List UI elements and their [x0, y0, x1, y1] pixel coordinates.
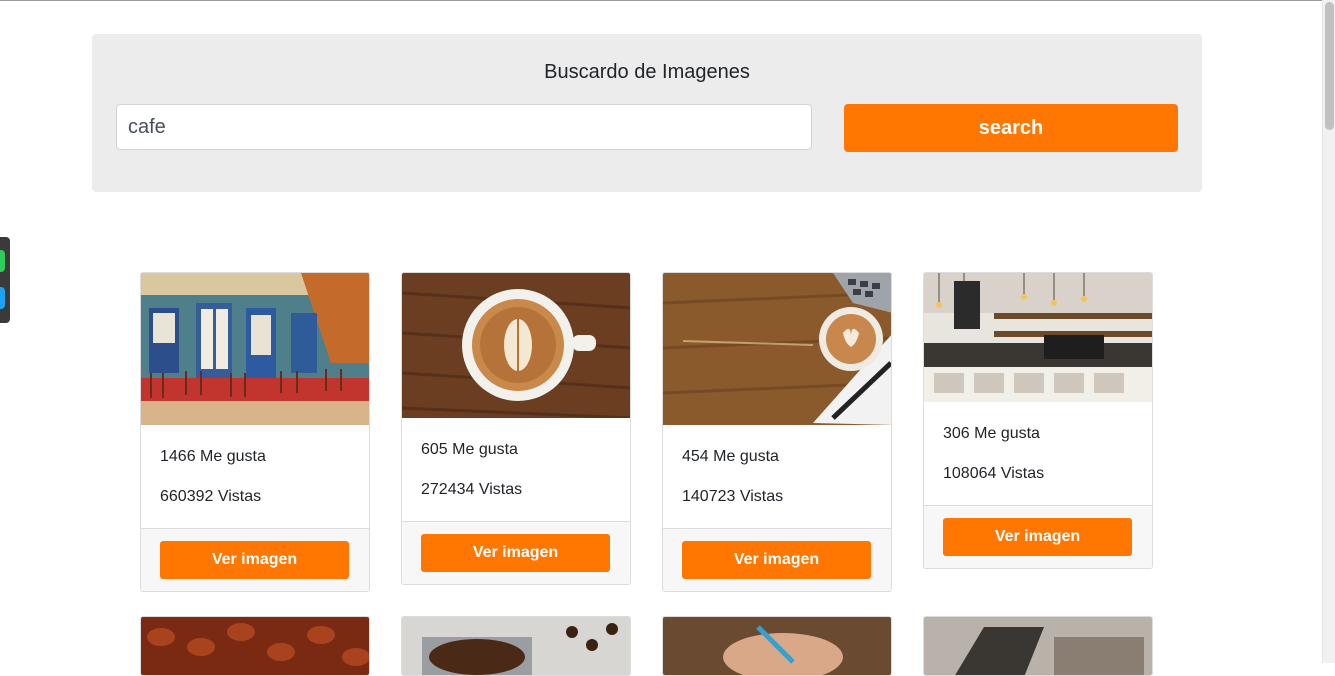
result-image[interactable]: [141, 273, 369, 425]
card-footer: Ver imagen: [924, 505, 1152, 568]
page-title: Buscardo de Imagenes: [544, 61, 750, 83]
views-count: 108064 Vistas: [943, 465, 1045, 482]
result-card: 454 Me gusta 140723 Vistas Ver imagen: [662, 272, 892, 592]
views-count: 272434 Vistas: [421, 481, 523, 498]
blue-extension-icon[interactable]: [0, 287, 5, 309]
view-image-button[interactable]: Ver imagen: [682, 541, 871, 579]
view-image-button[interactable]: Ver imagen: [421, 534, 610, 572]
result-image[interactable]: [402, 273, 630, 418]
result-card: 605 Me gusta 272434 Vistas Ver imagen: [401, 272, 631, 585]
result-image[interactable]: [924, 273, 1152, 402]
view-image-button[interactable]: Ver imagen: [160, 541, 349, 579]
likes-count: 306 Me gusta: [943, 425, 1040, 442]
result-image[interactable]: [140, 616, 370, 676]
result-image[interactable]: [662, 616, 892, 676]
likes-count: 605 Me gusta: [421, 441, 518, 458]
card-footer: Ver imagen: [141, 528, 369, 591]
view-image-button[interactable]: Ver imagen: [943, 518, 1132, 556]
card-footer: Ver imagen: [663, 528, 891, 591]
likes-count: 454 Me gusta: [682, 448, 779, 465]
result-card: 1466 Me gusta 660392 Vistas Ver imagen: [140, 272, 370, 592]
search-input[interactable]: [116, 104, 812, 150]
search-button[interactable]: search: [844, 104, 1178, 152]
likes-count: 1466 Me gusta: [160, 448, 266, 465]
result-card: 306 Me gusta 108064 Vistas Ver imagen: [923, 272, 1153, 569]
side-extension-widget[interactable]: [0, 237, 10, 323]
scrollbar-thumb[interactable]: [1325, 2, 1334, 130]
result-image[interactable]: [663, 273, 891, 425]
views-count: 660392 Vistas: [160, 488, 262, 505]
page-scrollbar[interactable]: [1322, 0, 1335, 663]
result-image[interactable]: [401, 616, 631, 676]
card-footer: Ver imagen: [402, 521, 630, 584]
result-image[interactable]: [923, 616, 1153, 676]
top-border: [0, 0, 1322, 1]
green-extension-icon[interactable]: [0, 250, 5, 272]
search-panel: Buscardo de Imagenes search: [92, 34, 1202, 192]
views-count: 140723 Vistas: [682, 488, 784, 505]
